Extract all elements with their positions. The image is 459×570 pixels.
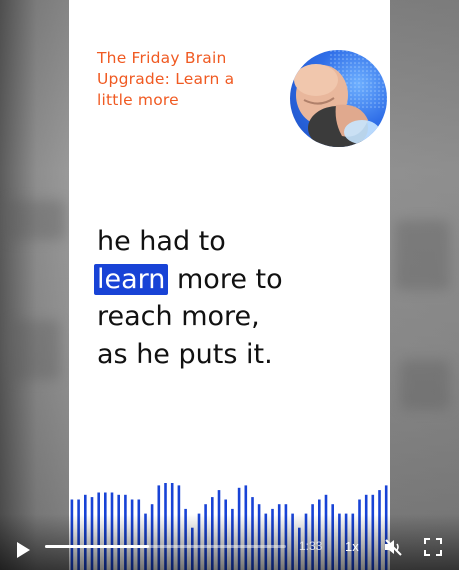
video-card[interactable]: The Friday Brain Upgrade: Learn a little… [69, 0, 390, 570]
caption-line: reach more, [97, 298, 382, 336]
background-blur-shape [400, 360, 450, 410]
progress-bar[interactable] [45, 545, 286, 548]
caption-text: more to [177, 263, 283, 295]
background-blur-shape [10, 320, 60, 380]
host-avatar [290, 50, 387, 147]
caption-text: as he puts it. [97, 338, 273, 370]
caption-line: learn more to [94, 261, 382, 299]
playback-speed-button[interactable]: 1x [345, 539, 359, 554]
background-blur-shape [5, 200, 65, 240]
background-blur-shape [395, 220, 450, 290]
episode-title: The Friday Brain Upgrade: Learn a little… [97, 49, 235, 109]
caption-line: he had to [97, 223, 382, 261]
play-icon[interactable] [14, 541, 32, 559]
volume-muted-icon[interactable] [383, 537, 403, 557]
current-time: 1:33 [299, 539, 323, 553]
progress-fill [45, 545, 149, 548]
caption-text: he had to [97, 226, 226, 257]
caption-line: as he puts it. [97, 336, 382, 374]
caption-text: reach more, [97, 301, 260, 332]
fullscreen-icon[interactable] [423, 537, 443, 557]
highlighted-word: learn [94, 263, 169, 295]
transcript-caption: he had to learn more to reach more, as h… [94, 223, 382, 374]
host-portrait-illustration [294, 50, 387, 147]
